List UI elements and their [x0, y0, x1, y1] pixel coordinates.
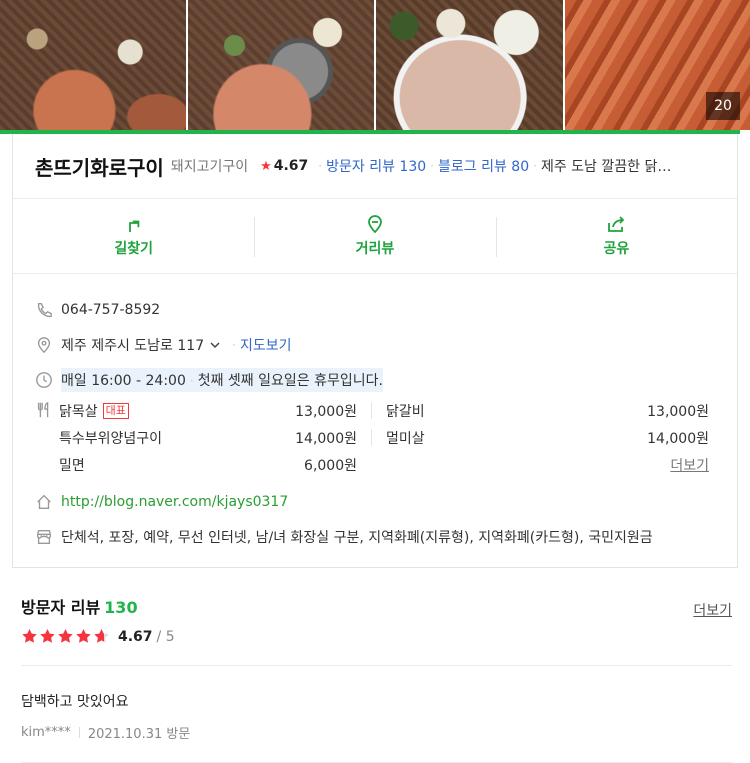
menu-item-price: 6,000원: [304, 455, 357, 475]
star-icon: [93, 628, 110, 645]
home-icon: [35, 492, 59, 512]
divider-dot: ·: [318, 159, 322, 173]
clock-icon: [35, 370, 59, 390]
visitor-reviews-section: 방문자 리뷰130 더보기 4.67 / 5 담백하고 맛있어요 kim****…: [21, 594, 732, 763]
street-view-label: 거리뷰: [356, 238, 395, 258]
phone-icon: [35, 300, 59, 320]
divider: [21, 665, 732, 666]
photo-3[interactable]: [376, 0, 563, 130]
photo-2[interactable]: [188, 0, 375, 130]
reviews-rating-row: 4.67 / 5: [21, 628, 732, 645]
menu-item: 닭목살 대표 13,000원: [59, 397, 371, 424]
hours-row: 매일 16:00 - 24:00 · 첫째 셋째 일요일은 휴무입니다.: [35, 362, 737, 397]
menu-item: 특수부위양념구이 14,000원: [59, 424, 371, 451]
menu-item-name: 특수부위양념구이: [59, 428, 162, 448]
street-view-icon: [365, 214, 385, 234]
review-author: kim****: [21, 725, 71, 740]
place-category: 돼지고기구이: [171, 156, 248, 176]
hours-text: 매일 16:00 - 24:00: [61, 373, 186, 389]
menu-item-price: 13,000원: [647, 401, 709, 421]
menu-section: 닭목살 대표 13,000원 닭갈비 13,000원 특수부위양념구이 14,00…: [35, 397, 737, 478]
review-body[interactable]: 담백하고 맛있어요: [21, 691, 732, 711]
star-rating: [21, 628, 110, 645]
street-view-button[interactable]: 거리뷰: [254, 199, 495, 273]
directions-icon: [124, 214, 144, 234]
divider-dot: ·: [430, 159, 434, 173]
star-icon: [57, 628, 74, 645]
star-icon: ★: [260, 159, 272, 174]
map-link[interactable]: 지도보기: [240, 335, 292, 355]
phone-row: 064-757-8592: [35, 292, 737, 327]
photo-count-badge[interactable]: 20: [706, 92, 740, 120]
place-info: 064-757-8592 제주 제주시 도남로 117 · 지도보기 매일 16…: [13, 274, 737, 554]
review-date: 2021.10.31 방문: [88, 723, 191, 742]
place-title-row: 촌뜨기화로구이 돼지고기구이 ★ 4.67 · 방문자 리뷰 130 · 블로그…: [13, 134, 737, 198]
utensils-icon: [35, 397, 59, 478]
address-text: 제주 제주시 도남로 117: [61, 335, 204, 355]
visitor-reviews-link[interactable]: 방문자 리뷰 130: [326, 156, 426, 176]
menu-item: 닭갈비 13,000원: [371, 402, 709, 419]
business-hours[interactable]: 매일 16:00 - 24:00 · 첫째 셋째 일요일은 휴무입니다.: [61, 368, 383, 392]
reviews-out-of: / 5: [157, 629, 175, 645]
amenities-text: 단체석, 포장, 예약, 무선 인터넷, 남/녀 화장실 구분, 지역화폐(지류…: [61, 527, 653, 547]
place-description: 제주 도남 깔끔한 닭…: [541, 156, 671, 176]
chevron-down-icon[interactable]: [208, 338, 222, 352]
menu-item: 멀미살 14,000원: [371, 429, 709, 446]
photo-4[interactable]: 20: [565, 0, 750, 130]
menu-item-price: 13,000원: [295, 401, 357, 421]
menu-item-name: 닭목살: [59, 401, 98, 421]
menu-item-price: 14,000원: [295, 428, 357, 448]
star-icon: [21, 628, 38, 645]
place-name[interactable]: 촌뜨기화로구이: [35, 152, 164, 181]
divider-dot: ·: [190, 374, 194, 388]
divider-dot: ·: [533, 159, 537, 173]
action-bar: 길찾기 거리뷰 공유: [13, 198, 737, 274]
photo-1[interactable]: [0, 0, 186, 130]
reviews-count: 130: [104, 598, 137, 617]
place-rating: 4.67: [274, 158, 309, 174]
menu-more-cell: 더보기: [371, 456, 709, 473]
share-icon: [606, 214, 626, 234]
divider: [79, 727, 80, 738]
menu-item-name: 닭갈비: [386, 401, 425, 421]
store-icon: [35, 527, 59, 547]
blog-reviews-link[interactable]: 블로그 리뷰 80: [438, 156, 529, 176]
address-row: 제주 제주시 도남로 117 · 지도보기: [35, 327, 737, 362]
photo-strip[interactable]: 20: [0, 0, 750, 130]
menu-more-link[interactable]: 더보기: [670, 455, 709, 475]
amenities-row: 단체석, 포장, 예약, 무선 인터넷, 남/녀 화장실 구분, 지역화폐(지류…: [35, 519, 737, 554]
reviews-more-link[interactable]: 더보기: [693, 600, 732, 620]
star-icon: [75, 628, 92, 645]
menu-item: 밀면 6,000원: [59, 451, 371, 478]
menu-item-name: 밀면: [59, 455, 85, 475]
menu-item-name: 멀미살: [386, 428, 425, 448]
signature-badge: 대표: [103, 403, 129, 419]
menu-item-price: 14,000원: [647, 428, 709, 448]
place-card: 촌뜨기화로구이 돼지고기구이 ★ 4.67 · 방문자 리뷰 130 · 블로그…: [12, 134, 738, 568]
reviews-rating: 4.67: [118, 629, 153, 645]
hours-note: 첫째 셋째 일요일은 휴무입니다.: [198, 373, 383, 389]
homepage-link[interactable]: http://blog.naver.com/kjays0317: [61, 494, 288, 510]
reviews-title-text: 방문자 리뷰: [21, 598, 100, 617]
reviews-header: 방문자 리뷰130 더보기: [21, 594, 732, 620]
homepage-row: http://blog.naver.com/kjays0317: [35, 484, 737, 519]
directions-label: 길찾기: [114, 238, 153, 258]
directions-button[interactable]: 길찾기: [13, 199, 254, 273]
share-label: 공유: [603, 238, 629, 258]
location-pin-icon: [35, 335, 59, 355]
review-meta: kim**** 2021.10.31 방문: [21, 723, 732, 742]
phone-number[interactable]: 064-757-8592: [61, 302, 160, 318]
star-icon: [39, 628, 56, 645]
divider-dot: ·: [232, 338, 236, 352]
reviews-title: 방문자 리뷰130: [21, 594, 138, 618]
menu-list: 닭목살 대표 13,000원 닭갈비 13,000원 특수부위양념구이 14,00…: [59, 397, 709, 478]
share-button[interactable]: 공유: [496, 199, 737, 273]
